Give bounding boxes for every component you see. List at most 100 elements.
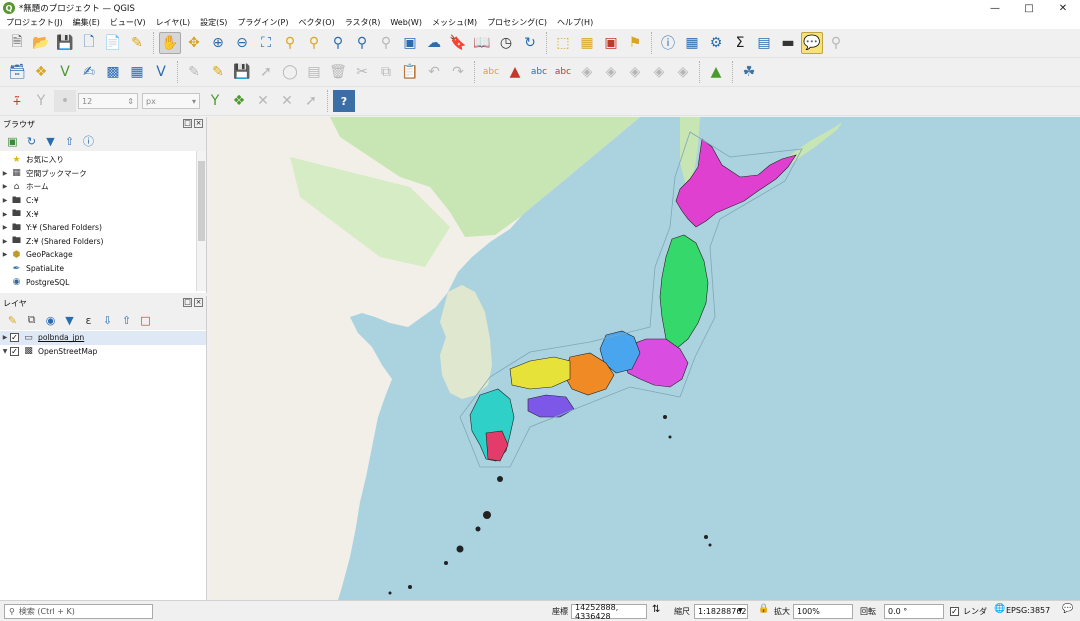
browser-item-drive-z[interactable]: ▶ 🖿 Z:¥ (Shared Folders) xyxy=(0,235,206,249)
menu-raster[interactable]: ラスタ(R) xyxy=(345,17,381,28)
new-project-icon[interactable]: 🗎 xyxy=(6,32,28,54)
show-bookmarks-icon[interactable]: 📖 xyxy=(471,32,493,54)
menu-view[interactable]: ビュー(V) xyxy=(110,17,146,28)
move-label-icon[interactable]: ◈ xyxy=(600,61,622,83)
maximize-button[interactable]: □ xyxy=(1012,0,1046,16)
show-hide-labels-icon[interactable]: ◈ xyxy=(576,61,598,83)
zoom-next-icon[interactable]: ⚲ xyxy=(375,32,397,54)
add-selected-layers-icon[interactable]: ▣ xyxy=(4,133,21,150)
select-by-value-icon[interactable]: ▦ xyxy=(576,32,598,54)
vertex-tool-icon[interactable]: ◯ xyxy=(279,61,301,83)
snapping-unit-select[interactable]: px ▾ xyxy=(142,93,200,109)
menu-layer[interactable]: レイヤ(L) xyxy=(156,17,190,28)
locator-icon[interactable]: ⚲ xyxy=(825,32,847,54)
browser-item-drive-c[interactable]: ▶ 🖿 C:¥ xyxy=(0,194,206,208)
browser-item-postgresql[interactable]: ◉ PostgreSQL xyxy=(0,275,206,289)
scale-dropdown-icon[interactable]: ▼ xyxy=(738,607,743,614)
browser-item-home[interactable]: ▶ ⌂ ホーム xyxy=(0,180,206,194)
menu-vector[interactable]: ベクタ(O) xyxy=(299,17,335,28)
menu-processing[interactable]: プロセシング(C) xyxy=(487,17,547,28)
zoom-to-selection-icon[interactable]: ⚲ xyxy=(279,32,301,54)
menu-help[interactable]: ヘルプ(H) xyxy=(557,17,593,28)
filter-browser-icon[interactable]: ▼ xyxy=(42,133,59,150)
undo-icon[interactable]: ↶ xyxy=(423,61,445,83)
crs-globe-icon[interactable]: 🌐 xyxy=(994,604,1005,614)
select-by-location-icon[interactable]: ⚑ xyxy=(624,32,646,54)
python-console-icon[interactable]: ☘ xyxy=(738,61,760,83)
coordinate-toggle-icon[interactable]: ⇅ xyxy=(652,604,660,615)
rotation-field[interactable]: 0.0 ° xyxy=(884,604,944,619)
help-icon[interactable]: ? xyxy=(333,90,355,112)
cut-features-icon[interactable]: ✂ xyxy=(351,61,373,83)
browser-item-spatialite[interactable]: ✒ SpatiaLite xyxy=(0,262,206,276)
snapping-tolerance-field[interactable]: 12 ⇕ xyxy=(78,93,138,109)
filter-legend-icon[interactable]: ▼ xyxy=(61,312,78,329)
minimize-button[interactable]: — xyxy=(978,0,1012,16)
highlight-pinned-labels-icon[interactable]: abc xyxy=(528,61,550,83)
messages-icon[interactable]: 💬 xyxy=(1062,604,1073,614)
close-button[interactable]: ✕ xyxy=(1046,0,1080,16)
snapping-magnet-icon[interactable]: ⨤ xyxy=(6,90,28,112)
close-panel-button[interactable]: × xyxy=(194,119,203,128)
remove-layer-icon[interactable]: □ xyxy=(137,312,154,329)
snapping-mode-icon[interactable]: Y xyxy=(30,90,52,112)
menu-project[interactable]: プロジェクト(J) xyxy=(6,17,63,28)
attribute-table-icon[interactable]: ▦ xyxy=(681,32,703,54)
pin-labels-icon[interactable]: abc xyxy=(552,61,574,83)
layer-styling-icon[interactable]: ✎ xyxy=(4,312,21,329)
menu-settings[interactable]: 設定(S) xyxy=(200,17,227,28)
digitize-icon[interactable]: ✍ xyxy=(78,61,100,83)
menu-plugins[interactable]: プラグイン(P) xyxy=(237,17,288,28)
render-checkbox[interactable]: ✓ xyxy=(950,607,959,616)
zoom-native-icon[interactable]: ⚲ xyxy=(327,32,349,54)
tracing-icon[interactable]: ➚ xyxy=(300,90,322,112)
toggle-editing-icon[interactable]: ✎ xyxy=(207,61,229,83)
new-3d-map-view-icon[interactable]: ☁ xyxy=(423,32,445,54)
modify-attributes-icon[interactable]: ▤ xyxy=(303,61,325,83)
browser-scrollbar[interactable] xyxy=(196,151,206,291)
menu-web[interactable]: Web(W) xyxy=(390,18,422,27)
self-snapping-icon[interactable]: ✕ xyxy=(252,90,274,112)
current-edits-icon[interactable]: ✎ xyxy=(183,61,205,83)
change-label-icon[interactable]: ◈ xyxy=(648,61,670,83)
zoom-to-layer-icon[interactable]: ⚲ xyxy=(303,32,325,54)
label-properties-icon[interactable]: ◈ xyxy=(672,61,694,83)
snapping-type-icon[interactable]: • xyxy=(54,90,76,112)
browser-item-drive-x[interactable]: ▶ 🖿 X:¥ xyxy=(0,207,206,221)
map-svg[interactable] xyxy=(210,117,1080,600)
refresh-browser-icon[interactable]: ↻ xyxy=(23,133,40,150)
crs-value[interactable]: EPSG:3857 xyxy=(1006,606,1050,615)
browser-item-drive-y[interactable]: ▶ 🖿 Y:¥ (Shared Folders) xyxy=(0,221,206,235)
properties-icon[interactable]: ⓘ xyxy=(80,133,97,150)
new-temp-layer-icon[interactable]: ▩ xyxy=(102,61,124,83)
save-project-icon[interactable]: 💾 xyxy=(54,32,76,54)
map-tips-icon[interactable]: 💬 xyxy=(801,32,823,54)
georeferencer-icon[interactable]: ▲ xyxy=(705,61,727,83)
deselect-features-icon[interactable]: ▣ xyxy=(600,32,622,54)
new-print-layout-icon[interactable]: 🗋 xyxy=(78,32,100,54)
float-panel-button[interactable]: □ xyxy=(183,298,192,307)
avoid-overlap-icon[interactable]: ✕ xyxy=(276,90,298,112)
diagram-icon[interactable]: ▲ xyxy=(504,61,526,83)
save-edits-icon[interactable]: 💾 xyxy=(231,61,253,83)
browser-item-geopackage[interactable]: ▶ ⬢ GeoPackage xyxy=(0,248,206,262)
manage-themes-icon[interactable]: ◉ xyxy=(42,312,59,329)
copy-features-icon[interactable]: ⧉ xyxy=(375,61,397,83)
layer-row-polbnda-jpn[interactable]: ▶ ✓ ▭ polbnda_jpn xyxy=(0,331,206,345)
map-canvas[interactable] xyxy=(210,117,1080,600)
add-layer-icon[interactable]: ❖ xyxy=(30,61,52,83)
snapping-intersection-icon[interactable]: ❖ xyxy=(228,90,250,112)
paste-features-icon[interactable]: 📋 xyxy=(399,61,421,83)
close-panel-button[interactable]: × xyxy=(194,298,203,307)
redo-icon[interactable]: ↷ xyxy=(447,61,469,83)
float-panel-button[interactable]: □ xyxy=(183,119,192,128)
locator-search-field[interactable]: ⚲ 検索 (Ctrl + K) xyxy=(4,604,153,619)
zoom-full-icon[interactable]: ⛶ xyxy=(255,32,277,54)
zoom-last-icon[interactable]: ⚲ xyxy=(351,32,373,54)
add-group-icon[interactable]: ⧉ xyxy=(23,312,40,329)
layer-visibility-checkbox[interactable]: ✓ xyxy=(10,346,19,356)
new-shapefile-icon[interactable]: V xyxy=(54,61,76,83)
rotate-label-icon[interactable]: ◈ xyxy=(624,61,646,83)
delete-selected-icon[interactable]: 🗑 xyxy=(327,61,349,83)
filter-by-expression-icon[interactable]: ε xyxy=(80,312,97,329)
